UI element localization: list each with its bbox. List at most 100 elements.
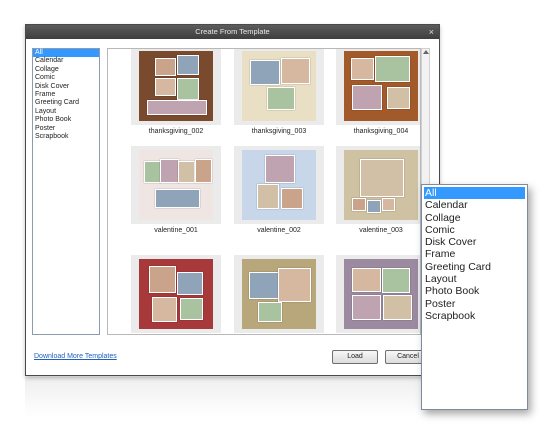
template-photo-slot xyxy=(383,294,412,321)
template-thumbnail xyxy=(234,255,324,333)
template-photo-slot xyxy=(381,198,396,212)
template-thumbnail xyxy=(336,146,420,224)
template-page xyxy=(242,259,316,329)
template-photo-slot xyxy=(176,77,199,100)
template-photo-slot xyxy=(155,77,176,97)
template-tile[interactable]: valentine_002 xyxy=(234,146,324,236)
template-gallery: thanksgiving_002 thanksgiving_003 thanksgi… xyxy=(107,48,421,335)
template-photo-slot xyxy=(176,271,204,296)
zoom-category-item-all[interactable]: All xyxy=(424,187,525,200)
template-photo-slot xyxy=(350,58,374,80)
template-photo-slot xyxy=(180,298,204,321)
category-item-layout[interactable]: Layout xyxy=(33,108,99,116)
template-page xyxy=(344,51,418,121)
load-button[interactable]: Load xyxy=(332,350,378,364)
template-name: valentine_001 xyxy=(154,227,198,234)
create-from-template-dialog: Create From Template × All Calendar Collag… xyxy=(25,24,440,376)
template-thumbnail xyxy=(131,255,221,333)
template-photo-slot xyxy=(381,267,411,294)
template-photo-slot xyxy=(155,189,201,208)
template-photo-slot xyxy=(248,271,279,299)
template-photo-slot xyxy=(278,267,312,303)
template-photo-slot xyxy=(194,158,212,183)
template-photo-slot xyxy=(258,302,282,322)
category-item-scrapbook[interactable]: Scrapbook xyxy=(33,133,99,141)
template-photo-slot xyxy=(152,296,178,323)
template-page xyxy=(139,150,213,220)
template-name: valentine_002 xyxy=(257,227,301,234)
template-tile[interactable]: valentine_003 xyxy=(336,146,420,236)
template-page xyxy=(344,150,418,220)
template-tile[interactable]: thanksgiving_004 xyxy=(336,49,420,137)
zoom-category-item-calendar[interactable]: Calendar xyxy=(422,199,527,211)
download-more-templates-link[interactable]: Download More Templates xyxy=(34,353,117,360)
template-photo-slot xyxy=(143,160,161,183)
template-photo-slot xyxy=(148,266,176,294)
template-photo-slot xyxy=(266,86,295,111)
zoom-category-item-layout[interactable]: Layout xyxy=(422,273,527,285)
template-thumbnail xyxy=(131,49,221,125)
template-name: valentine_003 xyxy=(359,227,403,234)
scroll-up-arrow-icon[interactable] xyxy=(423,50,429,54)
template-photo-slot xyxy=(375,56,411,82)
category-item-all[interactable]: All xyxy=(33,49,99,58)
template-page xyxy=(344,259,418,329)
template-photo-slot xyxy=(160,158,179,183)
zoom-category-item-comic[interactable]: Comic xyxy=(422,224,527,236)
category-item-collage[interactable]: Collage xyxy=(33,66,99,74)
category-item-poster[interactable]: Poster xyxy=(33,125,99,133)
category-item-calendar[interactable]: Calendar xyxy=(33,57,99,65)
template-photo-slot xyxy=(176,54,199,75)
template-photo-slot xyxy=(265,155,295,183)
template-photo-slot xyxy=(352,267,381,292)
template-tile[interactable]: valentine_001 xyxy=(131,146,221,236)
category-item-disk-cover[interactable]: Disk Cover xyxy=(33,83,99,91)
template-name: thanksgiving_003 xyxy=(251,128,307,135)
close-icon[interactable]: × xyxy=(429,25,434,39)
template-photo-slot xyxy=(367,200,381,214)
template-photo-slot xyxy=(360,158,404,197)
template-photo-slot xyxy=(147,100,207,115)
category-list-zoom-callout: All Calendar Collage Comic Disk Cover Frame Gr… xyxy=(421,184,528,410)
template-thumbnail xyxy=(336,255,420,333)
template-page xyxy=(242,150,316,220)
template-photo-slot xyxy=(386,86,411,109)
category-item-greeting-card[interactable]: Greeting Card xyxy=(33,99,99,107)
template-thumbnail xyxy=(131,146,221,224)
template-tile[interactable]: thanksgiving_002 xyxy=(131,49,221,137)
template-tile[interactable]: wedding_002 xyxy=(336,255,420,334)
template-photo-slot xyxy=(178,160,196,183)
template-thumbnail xyxy=(234,146,324,224)
zoom-category-item-scrapbook[interactable]: Scrapbook xyxy=(422,310,527,322)
template-photo-slot xyxy=(352,198,366,212)
template-page xyxy=(139,51,213,121)
category-item-frame[interactable]: Frame xyxy=(33,91,99,99)
template-tile[interactable]: thanksgiving_003 xyxy=(234,49,324,137)
zoom-category-item-collage[interactable]: Collage xyxy=(422,212,527,224)
template-photo-slot xyxy=(281,187,304,210)
template-photo-slot xyxy=(250,59,281,86)
template-photo-slot xyxy=(352,294,381,321)
zoom-category-item-photo-book[interactable]: Photo Book xyxy=(422,285,527,297)
template-page xyxy=(242,51,316,121)
zoom-category-item-poster[interactable]: Poster xyxy=(422,298,527,310)
category-item-photo-book[interactable]: Photo Book xyxy=(33,116,99,124)
template-name: thanksgiving_004 xyxy=(353,128,409,135)
template-photo-slot xyxy=(281,58,310,84)
template-thumbnail xyxy=(234,49,324,125)
template-photo-slot xyxy=(256,184,279,210)
template-tile[interactable]: wedding_001 xyxy=(234,255,324,334)
template-tile[interactable]: valentine_004 xyxy=(131,255,221,334)
category-list[interactable]: All Calendar Collage Comic Disk Cover Frame Gr… xyxy=(32,48,100,335)
template-name: thanksgiving_002 xyxy=(148,128,204,135)
template-thumbnail xyxy=(336,49,420,125)
dialog-title: Create From Template xyxy=(195,27,270,36)
zoom-category-item-greeting-card[interactable]: Greeting Card xyxy=(422,261,527,273)
category-item-comic[interactable]: Comic xyxy=(33,74,99,82)
zoom-category-item-frame[interactable]: Frame xyxy=(422,248,527,260)
zoom-category-item-disk-cover[interactable]: Disk Cover xyxy=(422,236,527,248)
template-photo-slot xyxy=(155,58,176,77)
template-page xyxy=(139,259,213,329)
dialog-reflection xyxy=(25,377,440,417)
title-bar: Create From Template × xyxy=(26,25,439,39)
